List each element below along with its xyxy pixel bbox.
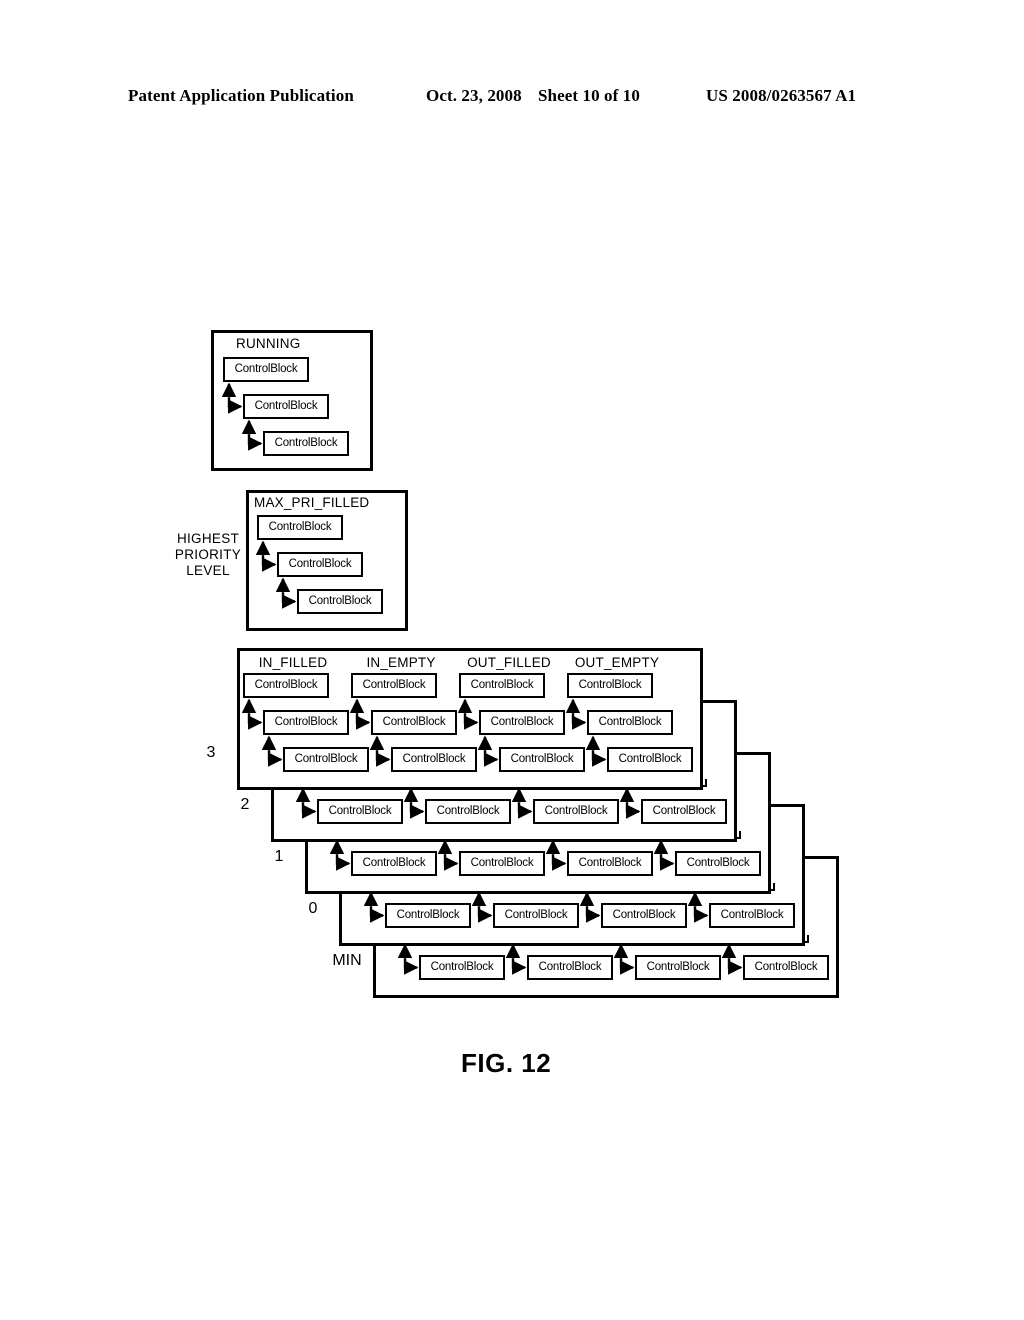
column-header-IN_FILLED: IN_FILLED bbox=[258, 655, 328, 670]
lvl3-col3-block-1: ControlBlock bbox=[587, 710, 673, 735]
lvl3-col3-block-0: ControlBlock bbox=[567, 673, 653, 698]
lvl3-col1-block-0: ControlBlock bbox=[351, 673, 437, 698]
lvl3-col2-block-0: ControlBlock bbox=[459, 673, 545, 698]
level-label-3: 3 bbox=[206, 744, 216, 761]
lvl3-col2-block-2: ControlBlock bbox=[499, 747, 585, 772]
column-header-OUT_FILLED: OUT_FILLED bbox=[467, 655, 551, 670]
column-header-OUT_EMPTY: OUT_EMPTY bbox=[574, 655, 660, 670]
lvl3-col1-block-1: ControlBlock bbox=[371, 710, 457, 735]
lvl3-col3-block-2: ControlBlock bbox=[607, 747, 693, 772]
priority-level-layer-3: IN_FILLED ControlBlock ControlBlock Control… bbox=[0, 0, 1024, 1320]
lvl3-col0-block-0: ControlBlock bbox=[243, 673, 329, 698]
lvl3-col0-block-2: ControlBlock bbox=[283, 747, 369, 772]
lvl3-col1-block-2: ControlBlock bbox=[391, 747, 477, 772]
column-header-IN_EMPTY: IN_EMPTY bbox=[366, 655, 436, 670]
lvl3-col2-block-1: ControlBlock bbox=[479, 710, 565, 735]
lvl3-col0-block-1: ControlBlock bbox=[263, 710, 349, 735]
